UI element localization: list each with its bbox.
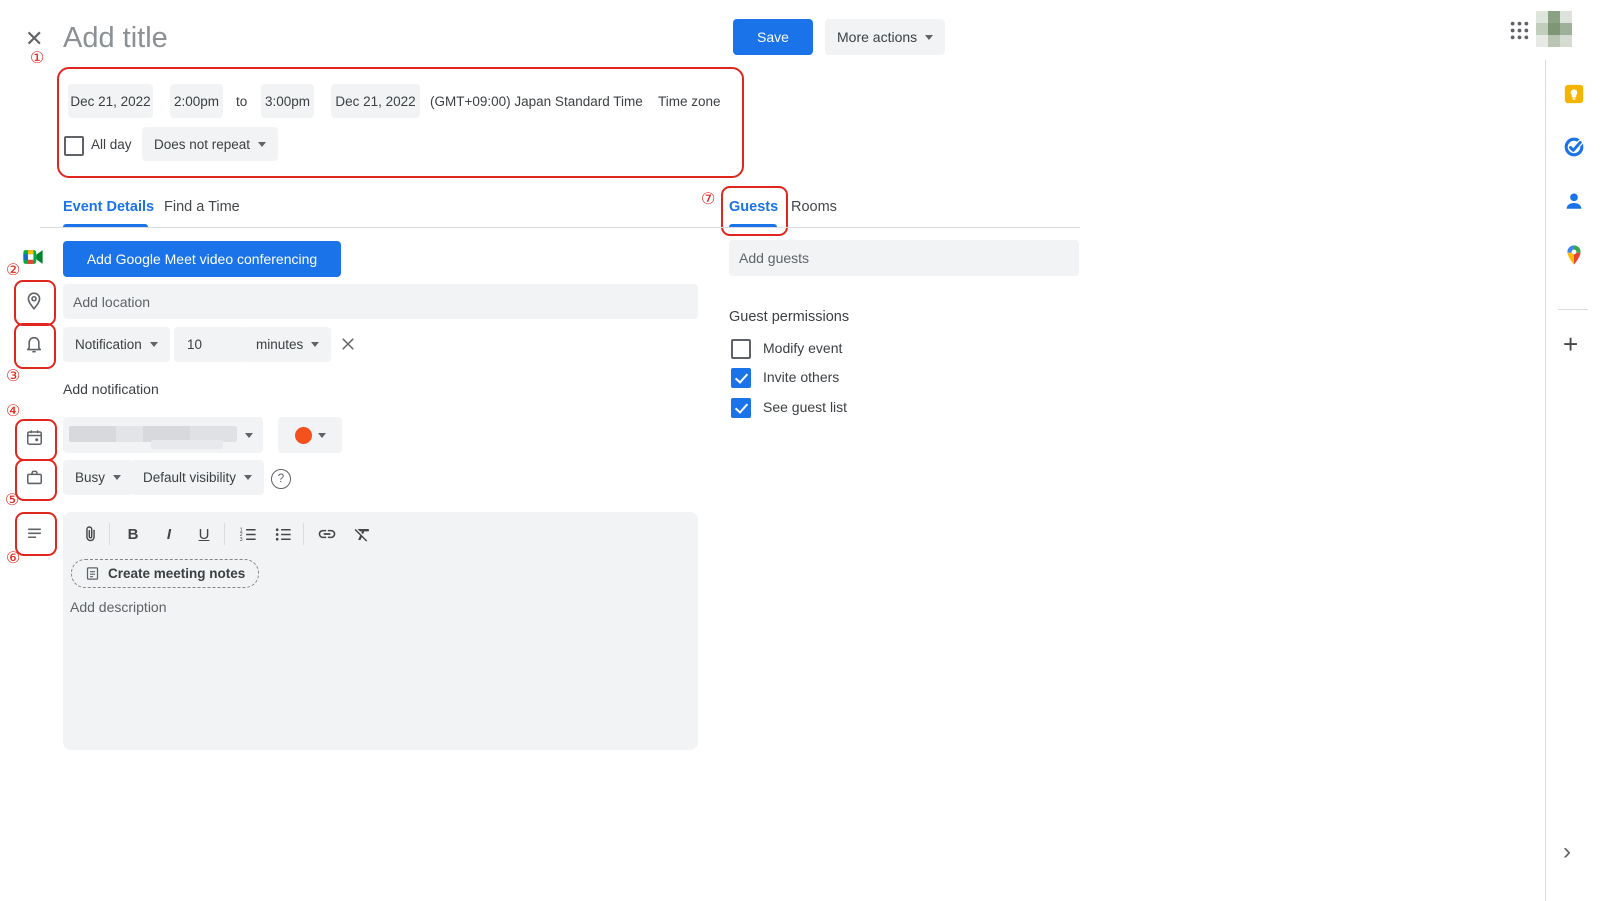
notification-type-label: Notification — [75, 337, 142, 352]
notification-value-input[interactable]: 10 — [174, 327, 247, 362]
calendar-select-dropdown[interactable] — [63, 417, 263, 453]
bold-icon[interactable]: B — [122, 523, 144, 545]
timezone-button[interactable]: Time zone — [658, 94, 721, 109]
visibility-label: Default visibility — [143, 470, 236, 485]
event-color-dropdown[interactable] — [278, 417, 342, 453]
description-editor[interactable] — [63, 512, 698, 750]
add-google-meet-button[interactable]: Add Google Meet video conferencing — [63, 241, 341, 277]
start-time-button[interactable]: 2:00pm — [170, 84, 223, 118]
modify-event-checkbox[interactable] — [731, 339, 751, 359]
chevron-down-icon — [318, 433, 326, 438]
tab-guests[interactable]: Guests — [729, 199, 778, 215]
chevron-down-icon — [925, 35, 933, 40]
add-guests-input[interactable]: Add guests — [729, 240, 1079, 276]
insert-link-icon[interactable] — [316, 523, 338, 545]
calendar-icon — [25, 428, 44, 450]
bell-icon — [24, 334, 44, 357]
clear-formatting-icon[interactable] — [351, 523, 373, 545]
google-keep-icon[interactable] — [1562, 82, 1586, 106]
google-tasks-icon[interactable] — [1562, 135, 1586, 159]
location-placeholder: Add location — [73, 294, 150, 310]
attachment-icon[interactable] — [79, 523, 101, 545]
briefcase-icon — [25, 468, 44, 490]
recurrence-label: Does not repeat — [154, 137, 250, 152]
apps-grid-icon[interactable] — [1510, 21, 1529, 43]
end-time-button[interactable]: 3:00pm — [261, 84, 314, 118]
add-addon-plus-icon[interactable]: + — [1563, 331, 1578, 357]
notification-unit-label: minutes — [256, 337, 303, 352]
recurrence-dropdown[interactable]: Does not repeat — [142, 127, 278, 161]
event-edit-page: ✕ Add title Save More actions ① Dec 21, … — [0, 0, 1600, 901]
meeting-notes-icon — [85, 566, 100, 581]
busy-label: Busy — [75, 470, 105, 485]
help-icon[interactable]: ? — [271, 469, 291, 489]
location-input[interactable]: Add location — [63, 284, 698, 319]
underline-icon[interactable]: U — [193, 523, 215, 545]
location-icon — [24, 291, 44, 314]
avatar[interactable] — [1536, 11, 1572, 50]
to-label: to — [236, 94, 247, 109]
toolbar-separator — [109, 523, 110, 545]
more-actions-button[interactable]: More actions — [825, 19, 945, 55]
see-guest-list-checkbox[interactable] — [731, 398, 751, 418]
tabs-divider — [40, 227, 1080, 228]
invite-others-checkbox[interactable] — [731, 368, 751, 388]
annotation-6: ⑥ — [6, 551, 20, 567]
invite-others-label: Invite others — [763, 369, 839, 385]
annotation-3: ③ — [6, 369, 20, 385]
annotation-7: ⑦ — [701, 192, 715, 208]
toolbar-separator — [303, 523, 304, 545]
toolbar-separator — [224, 523, 225, 545]
create-meeting-notes-button[interactable]: Create meeting notes — [71, 559, 259, 588]
annotation-2: ② — [6, 263, 20, 279]
save-button[interactable]: Save — [733, 19, 813, 55]
end-date-button[interactable]: Dec 21, 2022 — [331, 84, 420, 118]
event-color-dot — [295, 427, 312, 444]
bulleted-list-icon[interactable] — [272, 523, 294, 545]
all-day-checkbox[interactable] — [64, 136, 84, 156]
guest-permissions-title: Guest permissions — [729, 309, 849, 325]
chevron-down-icon — [258, 142, 266, 147]
collapse-sidebar-chevron-icon[interactable]: › — [1563, 840, 1571, 864]
numbered-list-icon[interactable]: 1 2 3 — [237, 523, 259, 545]
google-meet-icon — [22, 246, 44, 271]
chevron-down-icon — [244, 475, 252, 480]
chevron-down-icon — [150, 342, 158, 347]
sidebar-divider — [1545, 60, 1546, 901]
chevron-down-icon — [113, 475, 121, 480]
timezone-info: (GMT+09:00) Japan Standard Time — [430, 94, 643, 109]
chevron-down-icon — [311, 342, 319, 347]
italic-icon[interactable]: I — [158, 523, 180, 545]
create-meeting-notes-label: Create meeting notes — [108, 566, 245, 581]
add-guests-placeholder: Add guests — [739, 250, 809, 266]
description-lines-icon — [25, 523, 44, 545]
start-date-button[interactable]: Dec 21, 2022 — [68, 84, 153, 118]
all-day-label: All day — [91, 137, 132, 152]
remove-notification-icon[interactable] — [339, 335, 357, 356]
redacted-calendar-subtext — [151, 440, 223, 449]
svg-text:3: 3 — [239, 536, 242, 542]
busy-dropdown[interactable]: Busy — [63, 460, 133, 495]
google-maps-icon[interactable] — [1562, 243, 1586, 267]
tab-event-details[interactable]: Event Details — [63, 199, 154, 215]
notification-unit-dropdown[interactable]: minutes — [244, 327, 331, 362]
description-placeholder: Add description — [70, 599, 167, 615]
chevron-down-icon — [245, 433, 253, 438]
modify-event-label: Modify event — [763, 340, 842, 356]
event-title-input[interactable]: Add title — [63, 22, 168, 56]
annotation-1: ① — [30, 51, 44, 67]
more-actions-label: More actions — [837, 29, 917, 45]
annotation-5: ⑤ — [5, 493, 19, 509]
tab-find-a-time[interactable]: Find a Time — [164, 199, 240, 215]
visibility-dropdown[interactable]: Default visibility — [131, 460, 264, 495]
add-notification-link[interactable]: Add notification — [63, 381, 159, 397]
see-guest-list-label: See guest list — [763, 399, 847, 415]
notification-type-dropdown[interactable]: Notification — [63, 327, 170, 362]
sidebar-icons-divider — [1558, 309, 1588, 310]
google-contacts-icon[interactable] — [1562, 189, 1586, 213]
close-icon[interactable]: ✕ — [25, 26, 43, 52]
tab-rooms[interactable]: Rooms — [791, 199, 837, 215]
annotation-4: ④ — [6, 404, 20, 420]
